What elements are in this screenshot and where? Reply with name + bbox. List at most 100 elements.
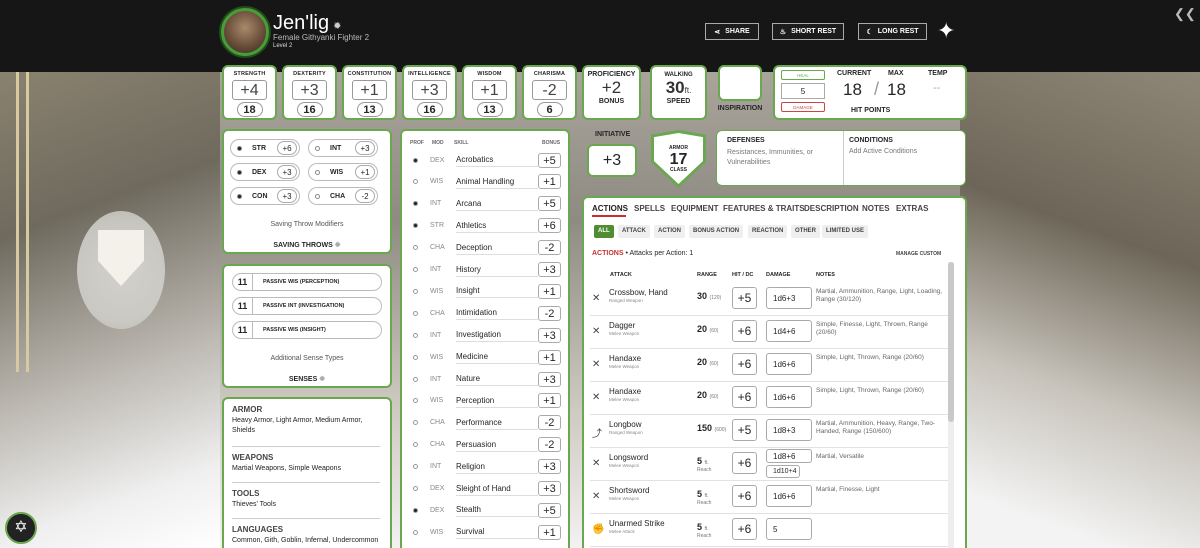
attack-name[interactable]: Longsword — [609, 453, 648, 462]
tab-features-traits[interactable]: FEATURES & TRAITS — [723, 204, 805, 213]
saving-throw-int[interactable]: INT +3 — [308, 139, 378, 157]
attack-hit-button[interactable]: +6 — [732, 320, 757, 342]
skill-row[interactable]: WIS Insight +1 — [405, 280, 565, 302]
heal-button[interactable]: HEAL — [781, 70, 825, 80]
skill-bonus[interactable]: +1 — [538, 524, 561, 540]
skill-row[interactable]: CHA Persuasion -2 — [405, 434, 565, 456]
skill-bonus[interactable]: +5 — [538, 502, 561, 518]
skill-bonus[interactable]: +5 — [538, 152, 561, 168]
ability-modifier[interactable]: +3 — [292, 80, 327, 100]
ability-modifier[interactable]: +3 — [412, 80, 447, 100]
skill-row[interactable]: CHA Performance -2 — [405, 412, 565, 434]
attack-name[interactable]: Longbow — [609, 420, 641, 429]
attack-damage-button[interactable]: 5 — [766, 518, 812, 540]
attack-row[interactable]: ✕ Handaxe Melee Weapon 20 (60) +6 1d6+6 Simple… — [590, 349, 948, 382]
attack-damage-button[interactable]: 1d6+6 — [766, 386, 812, 408]
attack-row[interactable]: ✊ Unarmed Strike Melee Attack 5 ft. Reach +6 5 — [590, 514, 948, 547]
attack-damage-button[interactable]: 1d6+6 — [766, 353, 812, 375]
filter-attack[interactable]: ATTACK — [618, 225, 650, 238]
gear-icon[interactable]: ✹ — [319, 376, 325, 383]
avatar[interactable] — [221, 8, 269, 56]
attack-name[interactable]: Crossbow, Hand — [609, 288, 668, 297]
skill-bonus[interactable]: +6 — [538, 218, 561, 234]
dice-roller-icon[interactable]: ✡ — [5, 512, 37, 544]
filter-all[interactable]: ALL — [594, 225, 614, 238]
skill-bonus[interactable]: -2 — [538, 415, 561, 431]
dndbeyond-logo-icon[interactable]: ✦ — [937, 19, 965, 43]
manage-custom-link[interactable]: MANAGE CUSTOM — [896, 251, 941, 257]
attack-name[interactable]: Handaxe — [609, 387, 641, 396]
saving-throw-dex[interactable]: DEX +3 — [230, 163, 300, 181]
filter-bonus-action[interactable]: BONUS ACTION — [689, 225, 744, 238]
attack-hit-button[interactable]: +6 — [732, 386, 757, 408]
tab-equipment[interactable]: EQUIPMENT — [671, 204, 719, 213]
attack-name[interactable]: Shortsword — [609, 486, 649, 495]
ability-modifier[interactable]: +4 — [232, 80, 267, 100]
filter-action[interactable]: ACTION — [654, 225, 685, 238]
tab-extras[interactable]: EXTRAS — [896, 204, 928, 213]
attack-name[interactable]: Handaxe — [609, 354, 641, 363]
tab-description[interactable]: DESCRIPTION — [804, 204, 859, 213]
skill-bonus[interactable]: +3 — [538, 371, 561, 387]
ability-modifier[interactable]: -2 — [532, 80, 567, 100]
skill-bonus[interactable]: +1 — [538, 283, 561, 299]
skill-bonus[interactable]: -2 — [538, 305, 561, 321]
additional-sense-types[interactable]: Additional Sense Types — [222, 355, 392, 362]
skill-bonus[interactable]: -2 — [538, 240, 561, 256]
filter-limited-use[interactable]: LIMITED USE — [822, 225, 869, 238]
skill-row[interactable]: WIS Animal Handling +1 — [405, 171, 565, 193]
skill-row[interactable]: INT Arcana +5 — [405, 193, 565, 215]
skill-bonus[interactable]: +1 — [538, 349, 561, 365]
skill-bonus[interactable]: +3 — [538, 459, 561, 475]
attack-row[interactable]: ✕ Longsword Melee Weapon 5 ft. Reach +6 1d8+6 1… — [590, 448, 948, 481]
skill-row[interactable]: CHA Intimidation -2 — [405, 302, 565, 324]
tab-actions[interactable]: ACTIONS — [592, 204, 628, 213]
skill-bonus[interactable]: -2 — [538, 437, 561, 453]
skill-row[interactable]: WIS Survival +1 — [405, 521, 565, 543]
saving-throw-cha[interactable]: CHA -2 — [308, 187, 378, 205]
scrollbar-track[interactable] — [948, 262, 954, 548]
hp-temp-value[interactable]: -- — [933, 82, 940, 94]
skill-row[interactable]: INT Nature +3 — [405, 368, 565, 390]
skill-bonus[interactable]: +1 — [538, 393, 561, 409]
attack-hit-button[interactable]: +5 — [732, 419, 757, 441]
saving-throw-wis[interactable]: WIS +1 — [308, 163, 378, 181]
gear-icon[interactable]: ✹ — [333, 21, 341, 32]
saving-throw-modifiers[interactable]: Saving Throw Modifiers — [222, 221, 392, 228]
initiative-box[interactable]: +3 — [587, 144, 637, 177]
skill-bonus[interactable]: +5 — [538, 196, 561, 212]
share-button[interactable]: ⋖ SHARE — [705, 23, 759, 40]
ability-modifier[interactable]: +1 — [472, 80, 507, 100]
attack-damage-versatile-button[interactable]: 1d10+4 — [766, 465, 800, 478]
attack-row[interactable]: ✕ Handaxe Melee Weapon 20 (60) +6 1d6+6 Simple… — [590, 382, 948, 415]
attack-damage-button[interactable]: 1d6+6 — [766, 485, 812, 507]
long-rest-button[interactable]: ☾ LONG REST — [858, 23, 927, 40]
attack-hit-button[interactable]: +6 — [732, 518, 757, 540]
filter-reaction[interactable]: REACTION — [748, 225, 788, 238]
attack-damage-button[interactable]: 1d8+3 — [766, 419, 812, 441]
filter-other[interactable]: OTHER — [791, 225, 820, 238]
skill-row[interactable]: DEX Sleight of Hand +3 — [405, 478, 565, 500]
attack-damage-button[interactable]: 1d6+3 — [766, 287, 812, 309]
skill-row[interactable]: STR Athletics +6 — [405, 215, 565, 237]
saving-throw-con[interactable]: CON +3 — [230, 187, 300, 205]
skill-bonus[interactable]: +3 — [538, 327, 561, 343]
attack-hit-button[interactable]: +6 — [732, 485, 757, 507]
attack-damage-button[interactable]: 1d4+6 — [766, 320, 812, 342]
gear-icon[interactable]: ✹ — [335, 242, 341, 249]
inspiration-toggle[interactable] — [718, 65, 762, 101]
skill-row[interactable]: INT Religion +3 — [405, 456, 565, 478]
skill-row[interactable]: WIS Perception +1 — [405, 390, 565, 412]
attack-row[interactable]: ⤴ Longbow Ranged Weapon 150 (600) +5 1d8+3 Mar… — [590, 415, 948, 448]
attack-hit-button[interactable]: +6 — [732, 452, 757, 474]
saving-throw-str[interactable]: STR +6 — [230, 139, 300, 157]
attack-name[interactable]: Dagger — [609, 321, 635, 330]
skill-row[interactable]: INT Investigation +3 — [405, 324, 565, 346]
skill-row[interactable]: DEX Acrobatics +5 — [405, 149, 565, 171]
scrollbar-thumb[interactable] — [948, 262, 954, 422]
defenses-text[interactable]: Resistances, Immunities, or Vulnerabilit… — [727, 148, 827, 168]
tab-notes[interactable]: NOTES — [862, 204, 890, 213]
attack-row[interactable]: ✕ Crossbow, Hand Ranged Weapon 30 (120) +5 1d… — [590, 283, 948, 316]
attack-row[interactable]: ✕ Shortsword Melee Weapon 5 ft. Reach +6 1d6+6… — [590, 481, 948, 514]
hp-current-value[interactable]: 18 — [843, 80, 862, 100]
